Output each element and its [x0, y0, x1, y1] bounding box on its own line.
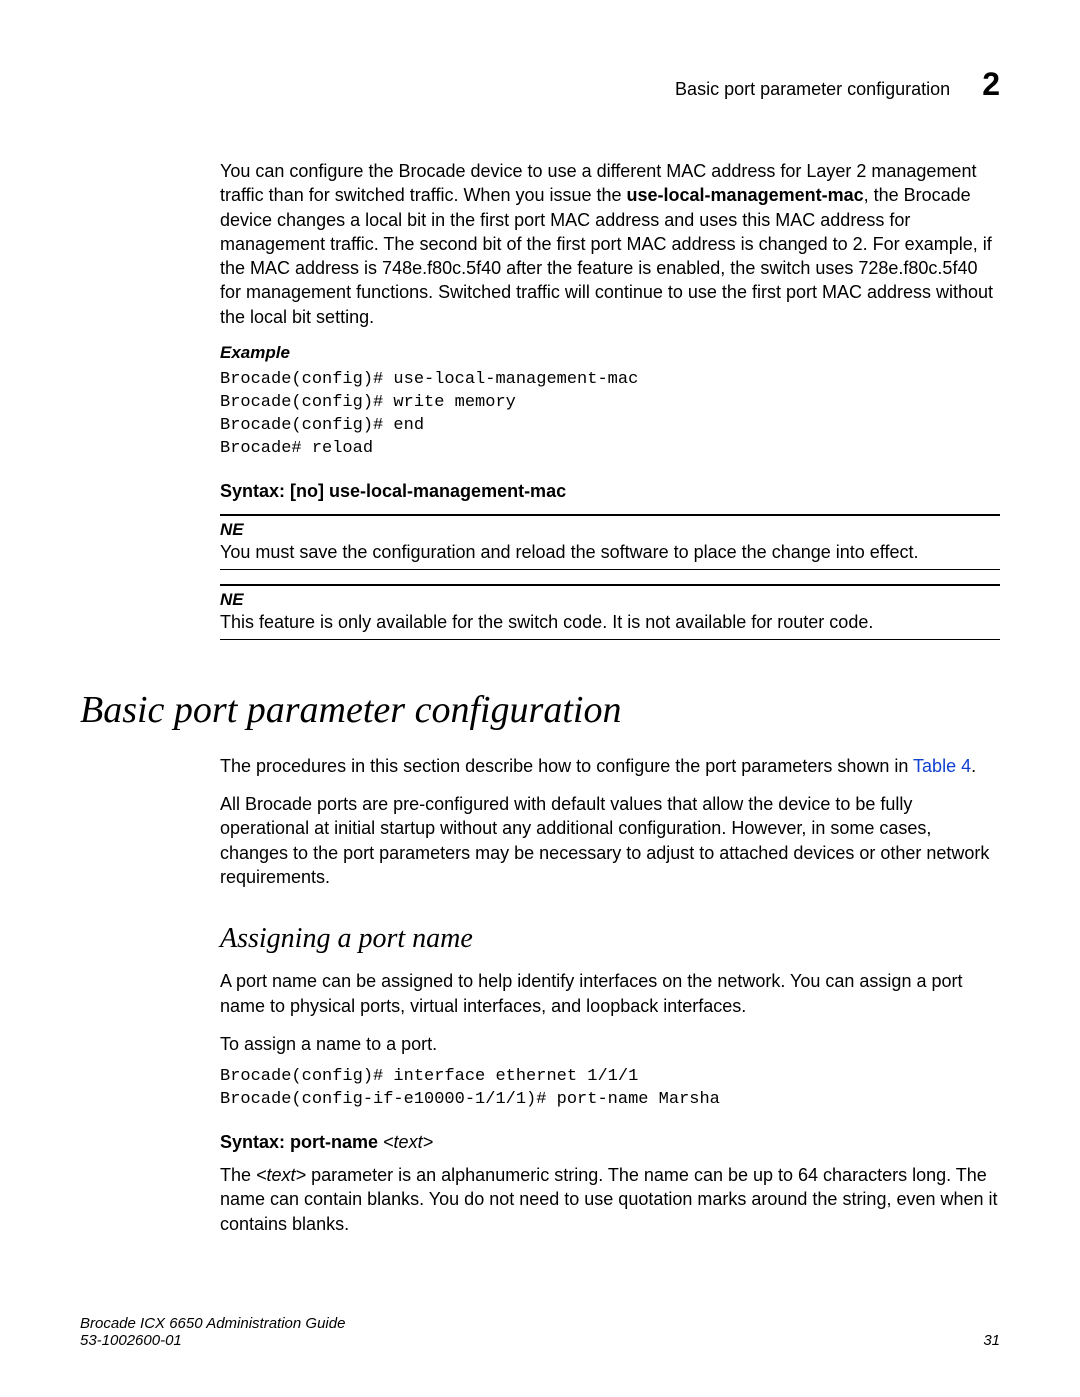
- page-footer: Brocade ICX 6650 Administration Guide 53…: [80, 1315, 1000, 1349]
- chapter-number: 2: [982, 66, 1000, 103]
- body-block-1: You can configure the Brocade device to …: [220, 159, 1000, 640]
- page-number: 31: [983, 1332, 1000, 1349]
- text-run: parameter is an alphanumeric string. The…: [220, 1165, 998, 1234]
- syntax-label: Syntax:: [220, 1132, 290, 1152]
- intro-text-bold: use-local-management-mac: [627, 185, 864, 205]
- note-title: NE: [220, 590, 1000, 610]
- section-para-1: The procedures in this section describe …: [220, 754, 1000, 778]
- intro-paragraph: You can configure the Brocade device to …: [220, 159, 1000, 329]
- note-text: You must save the configuration and relo…: [220, 542, 1000, 563]
- code-block-2: Brocade(config)# interface ethernet 1/1/…: [220, 1066, 1000, 1112]
- note-block-2: NE This feature is only available for th…: [220, 584, 1000, 640]
- running-header-title: Basic port parameter configuration: [675, 79, 950, 100]
- code-block-1: Brocade(config)# use-local-management-ma…: [220, 369, 1000, 461]
- table-link[interactable]: Table 4: [913, 756, 971, 776]
- syntax-command: [no] use-local-management-mac: [285, 481, 566, 501]
- example-label: Example: [220, 343, 1000, 363]
- document-page: Basic port parameter configuration 2 You…: [0, 0, 1080, 1397]
- sub-para-1: A port name can be assigned to help iden…: [220, 969, 1000, 1018]
- intro-text-mid: , the Brocade device changes a local bit…: [220, 185, 993, 326]
- doc-number: 53-1002600-01: [80, 1332, 345, 1349]
- text-run: .: [971, 756, 976, 776]
- syntax-command: port-name: [290, 1132, 383, 1152]
- section-heading: Basic port parameter configuration: [80, 688, 1000, 732]
- arg-text: <text>: [256, 1165, 306, 1185]
- syntax-line-1: Syntax: [no] use-local-management-mac: [220, 481, 1000, 502]
- note-text: This feature is only available for the s…: [220, 612, 1000, 633]
- doc-title: Brocade ICX 6650 Administration Guide: [80, 1315, 345, 1332]
- note-title: NE: [220, 520, 1000, 540]
- section-body: The procedures in this section describe …: [220, 754, 1000, 1236]
- running-header: Basic port parameter configuration 2: [80, 66, 1000, 103]
- syntax-label: Syntax:: [220, 481, 285, 501]
- sub-para-2: To assign a name to a port.: [220, 1032, 1000, 1056]
- footer-left: Brocade ICX 6650 Administration Guide 53…: [80, 1315, 345, 1349]
- note-block-1: NE You must save the configuration and r…: [220, 514, 1000, 570]
- syntax2-paragraph: The <text> parameter is an alphanumeric …: [220, 1163, 1000, 1236]
- text-run: The: [220, 1165, 256, 1185]
- text-run: The procedures in this section describe …: [220, 756, 913, 776]
- section-para-2: All Brocade ports are pre-configured wit…: [220, 792, 1000, 889]
- syntax-line-2: Syntax: port-name <text>: [220, 1132, 1000, 1153]
- subsection-heading: Assigning a port name: [220, 923, 1000, 955]
- syntax-arg: <text>: [383, 1132, 433, 1152]
